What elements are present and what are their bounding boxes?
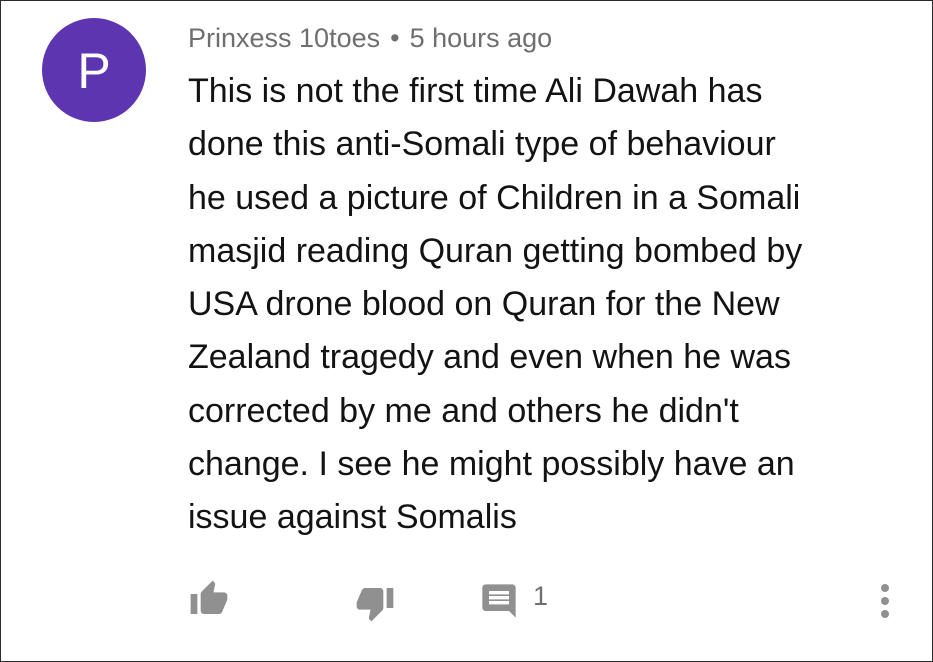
thumb-down-icon [356, 588, 394, 622]
comment-text-line: This is not the first time Ali Dawah has [188, 72, 763, 110]
comment-text-line: corrected by me and others he didn't [188, 391, 739, 430]
more-options-button[interactable] [867, 577, 903, 625]
reply-count[interactable]: 1 [533, 579, 548, 613]
avatar-letter: P [77, 43, 111, 99]
meta-separator: • [390, 23, 400, 53]
avatar[interactable]: P [42, 18, 146, 122]
comment-timestamp[interactable]: 5 hours ago [410, 23, 553, 53]
comment-text-line: done this anti-Somali type of behaviour [188, 125, 776, 164]
comment-icon [482, 584, 516, 618]
comment-text-line: change. I see he might possibly have an [188, 445, 795, 484]
more-vert-icon [881, 584, 889, 618]
comment-text: This is not the first time Ali Dawah has… [188, 65, 888, 545]
comment-text-line: masjid reading Quran getting bombed by [188, 231, 803, 270]
comment-meta: Prinxess 10toes • 5 hours ago [188, 20, 552, 56]
comment-text-line: USA drone blood on Quran for the New [188, 285, 780, 324]
comment-text-line: he used a picture of Children in a Somal… [188, 178, 801, 217]
thumb-up-icon [190, 580, 228, 614]
author-name[interactable]: Prinxess 10toes [188, 23, 380, 53]
comment-text-line: issue against Somalis [188, 498, 517, 537]
dislike-button[interactable] [349, 579, 401, 627]
comment-actions: 1 [1, 571, 932, 631]
reply-button[interactable] [475, 579, 523, 623]
comment-card: P Prinxess 10toes • 5 hours ago This is no… [0, 0, 933, 662]
like-button[interactable] [183, 577, 235, 621]
comment-text-line: Zealand tragedy and even when he was [188, 338, 791, 377]
